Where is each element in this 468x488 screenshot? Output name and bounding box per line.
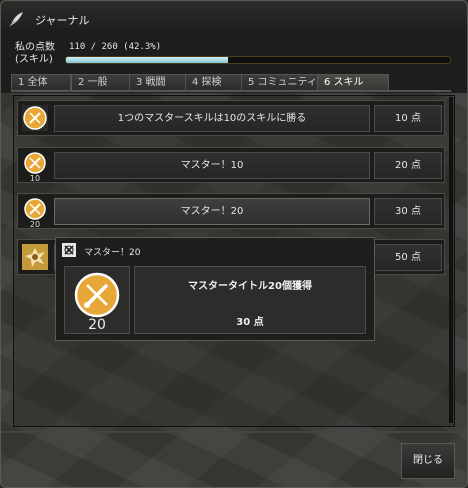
points-progress-bar (65, 56, 451, 64)
points-value: 110 / 260 (42.3%) (69, 42, 162, 52)
close-button[interactable]: 閉じる (401, 443, 455, 479)
achievement-level: 10 (29, 174, 41, 183)
title-bar[interactable]: ジャーナル (1, 1, 467, 36)
footer-divider (1, 431, 467, 433)
tab-all-label: 1 全体 (18, 77, 48, 88)
achievement-points: 30 点 (374, 198, 442, 225)
tab-combat-label: 3 戦闘 (136, 77, 166, 88)
points-label-line1: 私の点数 (15, 42, 55, 53)
tab-explore-label: 4 探検 (192, 77, 222, 88)
tooltip-heading: マスター！20 (84, 248, 141, 258)
tooltip-icon-panel: 20 (64, 266, 130, 334)
tooltip-title: マスタータイトル20個獲得 (188, 281, 312, 292)
achievement-row[interactable]: 10 マスター！10 20 点 (17, 147, 445, 183)
achievement-name[interactable]: マスター！20 (54, 198, 370, 225)
sword-badge-icon (24, 198, 46, 220)
window-title: ジャーナル (35, 14, 90, 27)
points-label-line2: (スキル) (15, 54, 53, 65)
achievement-points: 10 点 (374, 105, 442, 132)
tab-community[interactable]: 5 コミュニティ (241, 74, 327, 91)
achievement-name[interactable]: マスター！10 (54, 152, 370, 179)
tooltip-points: 30 点 (236, 317, 264, 328)
tooltip-level: 20 (88, 317, 106, 333)
achievement-row[interactable]: 1つのマスタースキルは10のスキルに勝る 10 点 (17, 100, 445, 136)
tab-general-label: 2 一般 (78, 77, 108, 88)
sword-badge-icon (74, 272, 120, 318)
tab-skill[interactable]: 6 スキル (317, 74, 389, 91)
quill-icon (9, 12, 23, 27)
achievement-name[interactable]: 1つのマスタースキルは10のスキルに勝る (54, 105, 370, 132)
list-scrollbar[interactable] (449, 97, 453, 423)
achievement-row[interactable]: 20 マスター！20 30 点 (17, 193, 445, 229)
achievement-level: 20 (29, 220, 41, 229)
tab-community-label: 5 コミュニティ (248, 77, 317, 88)
points-progress-fill (66, 57, 229, 63)
tab-all[interactable]: 1 全体 (11, 74, 71, 91)
achievement-type-icon (62, 243, 76, 257)
tab-general[interactable]: 2 一般 (71, 74, 131, 91)
winged-emblem-icon (22, 244, 48, 270)
tooltip-detail-panel: マスタータイトル20個獲得 30 点 (134, 266, 366, 334)
achievement-points: 50 点 (374, 244, 442, 271)
tab-combat[interactable]: 3 戦闘 (129, 74, 189, 91)
sword-badge-icon (22, 105, 48, 131)
points-label: 私の点数 (スキル) (15, 42, 55, 66)
achievement-tooltip: マスター！20 20 マスタータイトル20個獲得 30 点 (55, 237, 375, 341)
achievement-points: 20 点 (374, 152, 442, 179)
tab-explore[interactable]: 4 探検 (185, 74, 245, 91)
tab-divider (11, 90, 451, 92)
sword-badge-icon (24, 152, 46, 174)
journal-window: ジャーナル 私の点数 (スキル) 110 / 260 (42.3%) 1 全体 … (0, 0, 468, 488)
tab-skill-label: 6 スキル (324, 77, 364, 88)
